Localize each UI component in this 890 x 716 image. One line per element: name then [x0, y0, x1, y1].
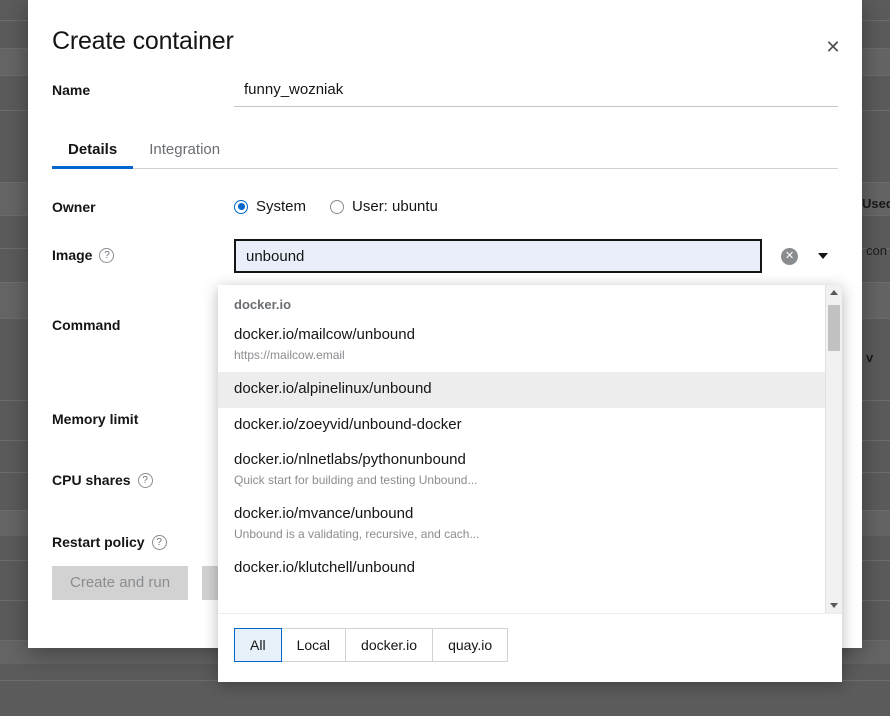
dropdown-scrollbar[interactable] [825, 285, 842, 613]
modal-header: Create container ✕ [28, 0, 862, 56]
image-option-title: docker.io/mailcow/unbound [234, 326, 415, 343]
image-option-item[interactable]: docker.io/klutchell/unbound [218, 551, 825, 587]
help-icon[interactable]: ? [137, 472, 153, 488]
radio-owner-user-label: User: ubuntu [352, 198, 438, 215]
image-option-description: Quick start for building and testing Unb… [234, 473, 478, 487]
option-group-title: docker.io [234, 297, 292, 312]
radio-owner-system-label: System [256, 198, 307, 215]
restart-policy-label-text: Restart policy [52, 534, 145, 550]
image-option-description: Unbound is a validating, recursive, and … [234, 526, 480, 541]
backdrop-column-header: Used [862, 196, 890, 211]
radio-owner-user[interactable]: User: ubuntu [330, 198, 438, 215]
image-options-scrollport: docker.io docker.io/mailcow/unbound https… [218, 285, 825, 613]
tab-details[interactable]: Details [52, 131, 134, 169]
radio-owner-system[interactable]: System [234, 198, 306, 215]
image-option-description: https://mailcow.email [234, 347, 345, 362]
image-option-item[interactable]: docker.io/alpinelinux/unbound [218, 371, 825, 408]
chevron-down-icon [817, 253, 828, 259]
radio-dot-icon [234, 199, 248, 214]
registry-filter-docker-io[interactable]: docker.io [346, 628, 434, 663]
image-dropdown-toggle[interactable] [807, 239, 838, 273]
image-option-item[interactable]: docker.io/zoeyvid/unbound-docker [218, 408, 825, 444]
registry-filter-all[interactable]: All [234, 628, 282, 663]
backdrop-cell-text: con [866, 243, 887, 258]
field-row-name: Name [52, 74, 838, 107]
clear-icon: ✕ [781, 247, 799, 265]
cpu-shares-label: CPU shares ? [52, 464, 234, 488]
image-options-list: docker.io docker.io/mailcow/unbound https… [218, 285, 842, 614]
memory-limit-label: Memory limit [52, 411, 139, 427]
scrollbar-thumb[interactable] [828, 305, 840, 351]
field-row-owner: Owner System User: ubuntu [52, 191, 838, 215]
image-option-title: docker.io/mvance/unbound [234, 505, 414, 522]
image-label: Image ? [52, 239, 234, 263]
scroll-down-icon[interactable] [826, 598, 842, 613]
image-option-item[interactable]: docker.io/nlnetlabs/pythonunbound Quick s… [218, 443, 825, 497]
modal-tabs: Details Integration [52, 131, 838, 169]
help-icon[interactable]: ? [151, 534, 167, 550]
owner-radio-group: System User: ubuntu [234, 191, 838, 215]
image-option-item[interactable]: docker.io/mvance/unbound Unbound is a val… [218, 497, 825, 551]
cpu-shares-label-text: CPU shares [52, 472, 131, 488]
close-icon[interactable]: ✕ [818, 32, 848, 62]
image-option-item[interactable]: docker.io/mailcow/unbound https://mailcow… [218, 318, 825, 372]
registry-filter-quay-io[interactable]: quay.io [433, 628, 509, 663]
registry-filter-bar: All Local docker.io quay.io [218, 614, 842, 683]
radio-dot-icon [330, 199, 345, 214]
image-option-title: docker.io/alpinelinux/unbound [234, 379, 432, 397]
name-label: Name [52, 82, 91, 98]
help-icon[interactable]: ? [99, 247, 115, 263]
image-option-title: docker.io/klutchell/unbound [234, 558, 415, 576]
name-input[interactable] [234, 74, 838, 107]
clear-image-button[interactable]: ✕ [772, 239, 807, 273]
image-option-title: docker.io/zoeyvid/unbound-docker [234, 415, 462, 433]
image-option-title: docker.io/nlnetlabs/pythonunbound [234, 451, 466, 469]
scroll-up-icon[interactable] [826, 285, 842, 300]
tab-integration[interactable]: Integration [133, 131, 236, 168]
image-typeahead-dropdown: docker.io docker.io/mailcow/unbound https… [218, 285, 842, 683]
image-typeahead: ✕ [234, 239, 838, 273]
registry-filter-local[interactable]: Local [281, 628, 347, 663]
create-and-run-button[interactable]: Create and run [52, 566, 189, 601]
page-title: Create container [52, 27, 234, 55]
image-label-text: Image [52, 247, 93, 263]
image-search-input[interactable] [234, 239, 763, 273]
owner-label: Owner [52, 199, 96, 215]
registry-filter-group: All Local docker.io quay.io [234, 628, 509, 663]
backdrop-section-text: v [866, 350, 874, 365]
command-label: Command [52, 317, 121, 333]
restart-policy-label: Restart policy ? [52, 526, 234, 550]
field-row-image: Image ? ✕ [52, 239, 838, 273]
